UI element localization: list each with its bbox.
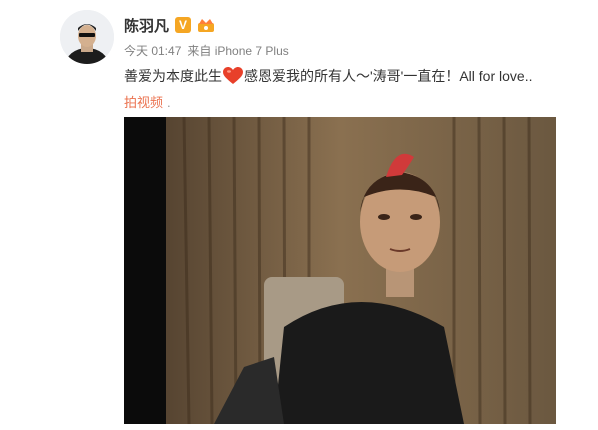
avatar-image (60, 10, 114, 64)
post-header: 陈羽凡 V (124, 14, 215, 36)
link-dot: . (167, 95, 171, 110)
post-meta: 今天 01:47 来自 iPhone 7 Plus (124, 42, 289, 59)
heart-emoji-icon (223, 67, 243, 84)
video-link-row: 拍视频. (124, 92, 171, 111)
username[interactable]: 陈羽凡 (124, 15, 169, 36)
crown-badge-icon (198, 19, 215, 32)
avatar[interactable] (60, 10, 114, 64)
post-text-part1: 善爱为本度此生 (124, 68, 222, 84)
video-frame (124, 117, 556, 424)
post-text: 善爱为本度此生 感恩爱我的所有人～'涛哥'一直在！All for love.. (124, 66, 532, 86)
post-text-part2: 感恩爱我的所有人～'涛哥'一直在！All for love.. (244, 68, 533, 84)
video-player[interactable] (124, 117, 556, 424)
verified-badge: V (175, 17, 192, 33)
shoot-video-link[interactable]: 拍视频 (124, 95, 163, 110)
post-source: 来自 iPhone 7 Plus (187, 44, 289, 58)
post-time[interactable]: 今天 01:47 (124, 42, 181, 59)
